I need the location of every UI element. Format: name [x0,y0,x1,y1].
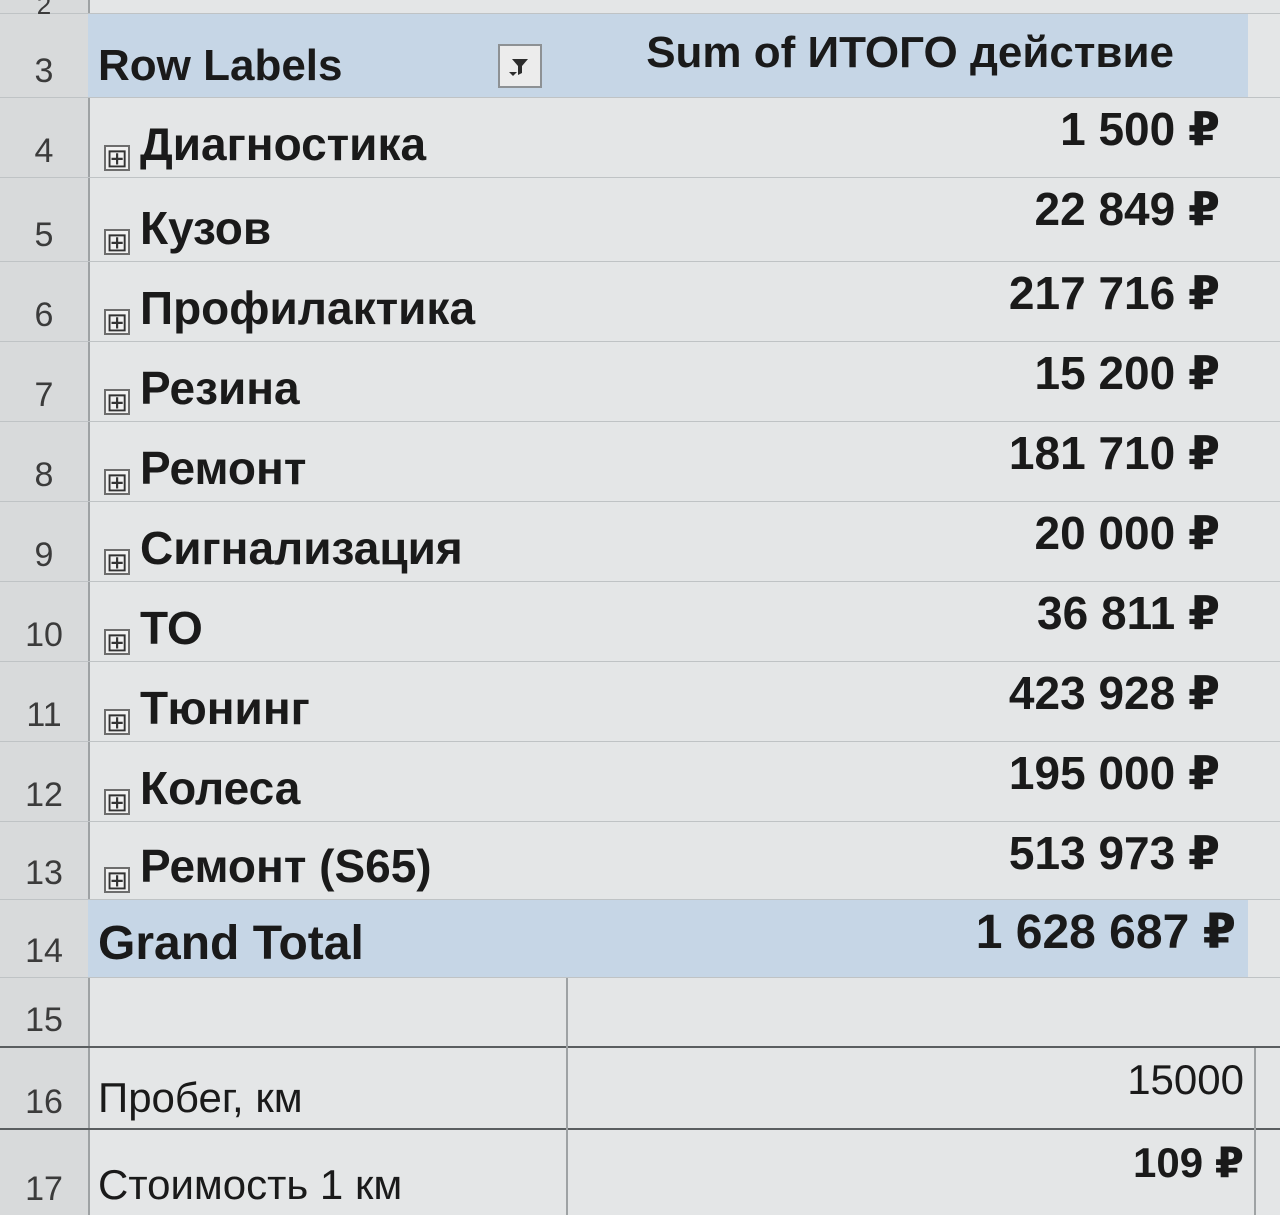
pivot-row[interactable]: 5 ⊞ Кузов 22 849 ₽ [0,178,1280,262]
row-labels-header[interactable]: Row Labels [98,14,343,97]
pivot-row-label[interactable]: ⊞ Тюнинг [98,662,310,741]
row-number[interactable]: 5 [0,178,88,261]
category-label: Профилактика [140,282,476,334]
row-number[interactable]: 7 [0,342,88,421]
cost-per-km-value[interactable]: 109 ₽ [1133,1138,1244,1187]
pivot-row[interactable]: 12 ⊞ Колеса 195 000 ₽ [0,742,1280,822]
row-number[interactable]: 4 [0,98,88,177]
category-label: Ремонт (S65) [140,840,432,892]
mileage-label[interactable]: Пробег, км [98,1048,303,1128]
row-number[interactable]: 14 [0,900,88,977]
pivot-row-value[interactable]: 15 200 ₽ [1035,346,1220,400]
pivot-row-value[interactable]: 217 716 ₽ [1009,266,1220,320]
category-label: Сигнализация [140,522,463,574]
category-label: ТО [140,602,203,654]
mileage-value[interactable]: 15000 [1127,1056,1244,1104]
expand-icon[interactable]: ⊞ [104,309,130,335]
grand-total-label[interactable]: Grand Total [98,900,364,977]
row-number[interactable]: 15 [0,978,88,1046]
cost-per-km-label[interactable]: Стоимость 1 км [98,1130,402,1215]
pivot-row[interactable]: 6 ⊞ Профилактика 217 716 ₽ [0,262,1280,342]
category-label: Тюнинг [140,682,310,734]
expand-icon[interactable]: ⊞ [104,549,130,575]
spreadsheet: 2 3 Row Labels Sum of ИТОГО действие 4 ⊞… [0,0,1280,1215]
cost-per-km-row[interactable]: 17 Стоимость 1 км 109 ₽ [0,1130,1280,1215]
pivot-row[interactable]: 8 ⊞ Ремонт 181 710 ₽ [0,422,1280,502]
pivot-row[interactable]: 9 ⊞ Сигнализация 20 000 ₽ [0,502,1280,582]
expand-icon[interactable]: ⊞ [104,229,130,255]
pivot-row[interactable]: 7 ⊞ Резина 15 200 ₽ [0,342,1280,422]
pivot-row-value[interactable]: 20 000 ₽ [1035,506,1220,560]
filter-dropdown-icon[interactable] [498,44,542,88]
row-number[interactable]: 10 [0,582,88,661]
category-label: Кузов [140,202,272,254]
pivot-row-label[interactable]: ⊞ Резина [98,342,300,421]
expand-icon[interactable]: ⊞ [104,389,130,415]
pivot-row[interactable]: 13 ⊞ Ремонт (S65) 513 973 ₽ [0,822,1280,900]
category-label: Диагностика [140,118,427,170]
pivot-row-value[interactable]: 181 710 ₽ [1009,426,1220,480]
row-number[interactable]: 16 [0,1048,88,1128]
grand-total-row[interactable]: 14 Grand Total 1 628 687 ₽ [0,900,1280,978]
grand-total-value[interactable]: 1 628 687 ₽ [976,904,1236,960]
pivot-row-value[interactable]: 195 000 ₽ [1009,746,1220,800]
pivot-row-label[interactable]: ⊞ ТО [98,582,203,661]
expand-icon[interactable]: ⊞ [104,629,130,655]
category-label: Ремонт [140,442,307,494]
pivot-row-value[interactable]: 22 849 ₽ [1035,182,1220,236]
pivot-row[interactable]: 10 ⊞ ТО 36 811 ₽ [0,582,1280,662]
pivot-row-label[interactable]: ⊞ Сигнализация [98,502,463,581]
pivot-row-label[interactable]: ⊞ Диагностика [98,98,426,177]
expand-icon[interactable]: ⊞ [104,469,130,495]
sheet-row-15[interactable]: 15 [0,978,1280,1048]
pivot-row-label[interactable]: ⊞ Профилактика [98,262,475,341]
row-number[interactable]: 3 [0,14,88,97]
expand-icon[interactable]: ⊞ [104,145,130,171]
category-label: Колеса [140,762,301,814]
sum-header[interactable]: Sum of ИТОГО действие [646,28,1174,78]
category-label: Резина [140,362,300,414]
sheet-row-2[interactable]: 2 [0,0,1280,20]
pivot-row-label[interactable]: ⊞ Ремонт (S65) [98,822,432,899]
pivot-row-label[interactable]: ⊞ Кузов [98,178,271,261]
pivot-row-value[interactable]: 423 928 ₽ [1009,666,1220,720]
row-number[interactable]: 8 [0,422,88,501]
pivot-row-value[interactable]: 1 500 ₽ [1060,102,1220,156]
expand-icon[interactable]: ⊞ [104,789,130,815]
row-number[interactable]: 11 [0,662,88,741]
mileage-row[interactable]: 16 Пробег, км 15000 [0,1048,1280,1130]
row-number[interactable]: 12 [0,742,88,821]
pivot-row[interactable]: 4 ⊞ Диагностика 1 500 ₽ [0,98,1280,178]
row-number[interactable]: 6 [0,262,88,341]
pivot-row-value[interactable]: 513 973 ₽ [1009,826,1220,880]
expand-icon[interactable]: ⊞ [104,867,130,893]
column-separator [566,978,568,1215]
pivot-row[interactable]: 11 ⊞ Тюнинг 423 928 ₽ [0,662,1280,742]
row-number[interactable]: 9 [0,502,88,581]
pivot-header-row[interactable]: 3 Row Labels Sum of ИТОГО действие [0,14,1280,98]
column-separator [1254,1048,1256,1215]
pivot-row-label[interactable]: ⊞ Колеса [98,742,300,821]
row-number[interactable]: 13 [0,822,88,899]
pivot-row-label[interactable]: ⊞ Ремонт [98,422,306,501]
expand-icon[interactable]: ⊞ [104,709,130,735]
pivot-row-value[interactable]: 36 811 ₽ [1037,586,1220,640]
row-number[interactable]: 2 [0,0,88,20]
row-number[interactable]: 17 [0,1130,88,1215]
